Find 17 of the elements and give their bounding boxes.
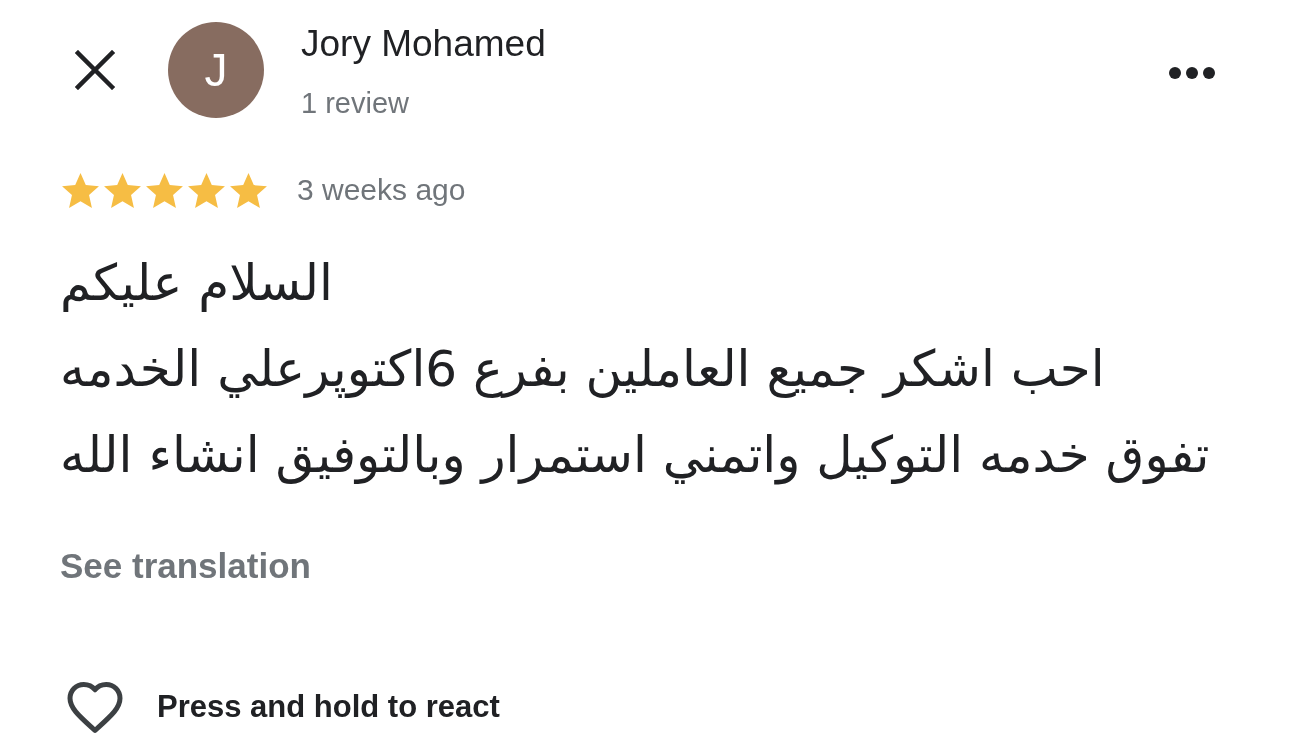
- star-icon: [146, 172, 183, 208]
- star-icon: [62, 172, 99, 208]
- review-time: 3 weeks ago: [297, 172, 466, 208]
- author-name: Jory Mohamed: [301, 21, 546, 65]
- ellipsis-icon: [1169, 67, 1215, 79]
- review-count: 1 review: [301, 85, 410, 121]
- see-translation-link[interactable]: See translation: [60, 545, 311, 586]
- avatar: J: [168, 22, 264, 118]
- close-button[interactable]: [73, 48, 117, 92]
- star-icon: [104, 172, 141, 208]
- react-hint: Press and hold to react: [157, 689, 500, 725]
- review-text: السلام عليكم احب اشكر جميع العاملين بفرع 6اكتوپرعلي الخدمه تفوق خدمه التوكيل واتمني استمرار وبالتوفيق انشاء الله: [60, 253, 1210, 487]
- more-button[interactable]: [1169, 66, 1217, 80]
- star-icon: [188, 172, 225, 208]
- star-icon: [230, 172, 267, 208]
- close-icon: [75, 50, 115, 90]
- heart-icon[interactable]: [65, 680, 125, 734]
